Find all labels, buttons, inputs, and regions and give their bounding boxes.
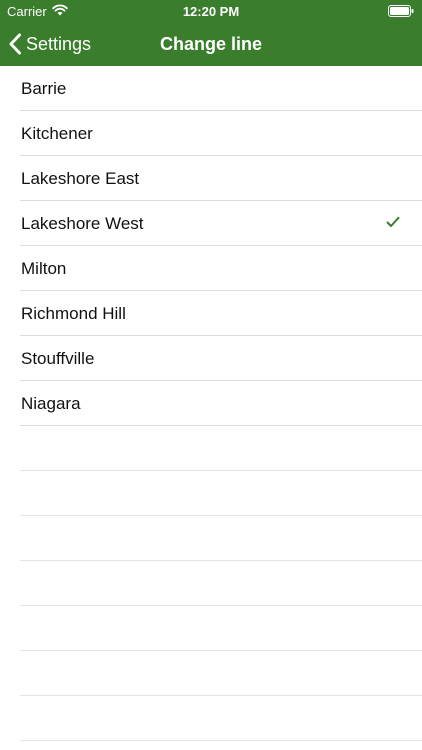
back-button[interactable]: Settings	[8, 22, 91, 66]
line-label: Kitchener	[21, 123, 93, 143]
status-bar: Carrier 12:20 PM	[0, 0, 422, 22]
empty-row	[0, 606, 422, 651]
empty-row	[0, 516, 422, 561]
line-row-milton[interactable]: Milton	[0, 246, 422, 291]
line-label: Lakeshore West	[21, 213, 144, 233]
line-row-stouffville[interactable]: Stouffville	[0, 336, 422, 381]
line-row-niagara[interactable]: Niagara	[0, 381, 422, 426]
empty-row	[0, 651, 422, 696]
checkmark-icon	[386, 216, 400, 227]
line-label: Barrie	[21, 78, 67, 98]
line-row-lakeshore-west[interactable]: Lakeshore West	[0, 201, 422, 246]
line-label: Milton	[21, 258, 67, 278]
line-label: Richmond Hill	[21, 303, 126, 323]
empty-rows	[0, 426, 422, 741]
empty-row	[0, 561, 422, 606]
line-row-lakeshore-east[interactable]: Lakeshore East	[0, 156, 422, 201]
app-screen: Carrier 12:20 PM Settings Change line Ba…	[0, 0, 422, 750]
empty-row	[0, 426, 422, 471]
line-label: Niagara	[21, 393, 81, 413]
header: Carrier 12:20 PM Settings Change line	[0, 0, 422, 66]
chevron-left-icon	[9, 33, 21, 55]
nav-bar: Settings Change line	[0, 22, 422, 66]
line-label: Lakeshore East	[21, 168, 140, 188]
line-label: Stouffville	[21, 348, 95, 368]
battery-icon	[388, 5, 414, 17]
line-row-richmond-hill[interactable]: Richmond Hill	[0, 291, 422, 336]
empty-row	[0, 696, 422, 741]
line-list: Barrie Kitchener Lakeshore East Lakeshor…	[0, 66, 422, 426]
line-row-barrie[interactable]: Barrie	[0, 66, 422, 111]
back-button-label: Settings	[26, 33, 92, 54]
line-row-kitchener[interactable]: Kitchener	[0, 111, 422, 156]
status-time: 12:20 PM	[182, 4, 240, 19]
empty-row	[0, 471, 422, 516]
